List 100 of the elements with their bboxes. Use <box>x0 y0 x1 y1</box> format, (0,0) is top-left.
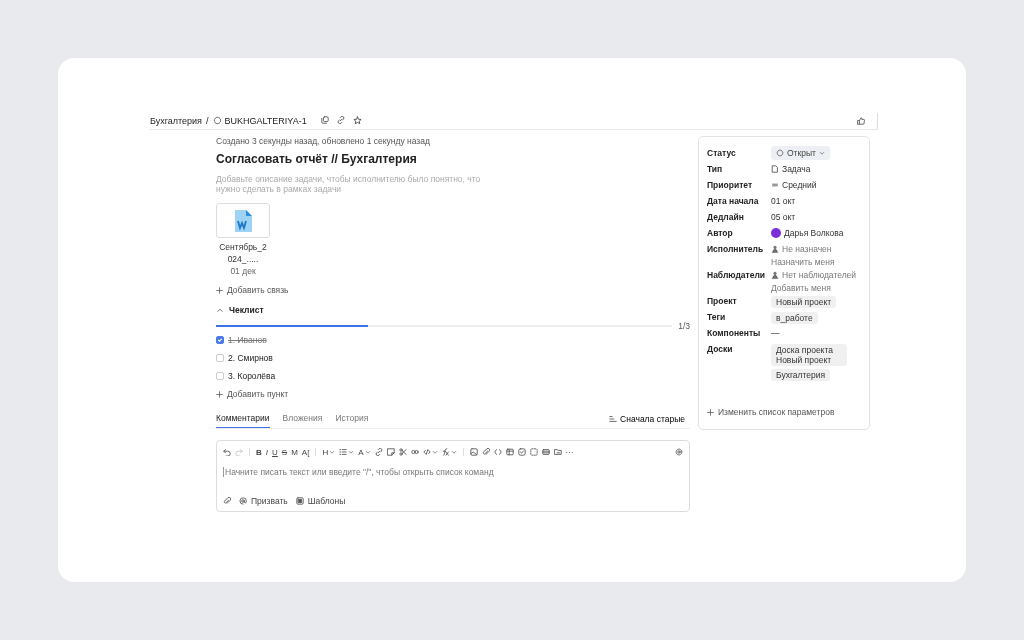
word-file-icon <box>234 209 252 232</box>
field-label: Теги <box>707 311 727 322</box>
field-value: Задача <box>782 164 811 174</box>
dashed-square-icon <box>529 448 538 456</box>
chevron-up-icon[interactable] <box>216 306 224 314</box>
plus-icon <box>216 286 223 294</box>
template-icon <box>295 497 304 505</box>
add-link-button[interactable]: Добавить связь <box>216 285 289 295</box>
image-icon <box>469 448 478 456</box>
scissors-button[interactable] <box>398 447 407 457</box>
issue-key[interactable]: BUKHGALTERIYA-1 <box>224 115 307 126</box>
field-label: Наблюдатели <box>707 269 767 280</box>
panel-button[interactable] <box>541 447 550 457</box>
edit-params-button[interactable]: Изменить список параметров <box>707 407 835 417</box>
checkbox[interactable] <box>216 372 224 380</box>
tab[interactable]: Комментарии <box>216 413 270 428</box>
assign-link[interactable]: Назначить меня <box>771 257 835 267</box>
attachment-thumbnail[interactable] <box>216 203 270 238</box>
list-button[interactable] <box>339 447 355 457</box>
tag[interactable]: в_работе <box>771 312 818 324</box>
checklist-title[interactable]: Чеклист <box>229 305 264 315</box>
tag[interactable]: Новый проект <box>771 296 837 308</box>
quote-button[interactable] <box>410 447 419 457</box>
link-button[interactable] <box>374 447 383 457</box>
redo-icon <box>235 448 243 456</box>
templates-button[interactable]: Шаблоны <box>295 496 346 506</box>
code-icon <box>422 448 431 456</box>
format-button[interactable]: M <box>291 447 298 457</box>
format-button[interactable]: ··· <box>565 447 574 457</box>
field-value: 05 окт <box>771 212 796 222</box>
paperclip-button[interactable] <box>481 447 490 457</box>
attach-button[interactable] <box>223 496 231 506</box>
caret-icon <box>329 449 336 455</box>
field-label: Тип <box>707 163 724 174</box>
star-icon <box>352 116 362 125</box>
checkbox[interactable] <box>216 354 224 362</box>
caret-icon <box>364 449 371 455</box>
link-icon <box>374 448 383 456</box>
attachment-name: Сентябрь_2 024_..... <box>219 241 267 265</box>
assign-link[interactable]: Добавить меня <box>771 283 831 293</box>
field-value: — <box>771 328 780 338</box>
format-button[interactable]: A[ <box>301 447 310 457</box>
format-button[interactable]: H <box>322 447 336 457</box>
field-label: Проект <box>707 295 738 306</box>
field-label: Приоритет <box>707 179 754 190</box>
format-button[interactable]: A <box>358 447 371 457</box>
at-sign-icon <box>239 497 247 505</box>
format-button[interactable]: U <box>272 447 278 457</box>
status-icon <box>776 149 784 157</box>
tab[interactable]: Вложения <box>282 413 323 428</box>
tab[interactable]: История <box>335 413 369 428</box>
plus-icon <box>216 390 223 398</box>
undo-button[interactable] <box>223 447 231 457</box>
thumbs-up-icon <box>857 116 865 125</box>
checkbox-icon <box>517 448 526 456</box>
format-button[interactable]: S <box>281 447 288 457</box>
table-icon <box>505 448 514 456</box>
progress-count: 1/3 <box>678 321 690 331</box>
checkbox-button[interactable] <box>517 447 526 457</box>
checklist-item: 2. Смирнов <box>228 353 273 363</box>
code-button[interactable] <box>493 447 502 457</box>
paperclip-icon <box>223 497 231 505</box>
plus-icon <box>707 408 714 416</box>
field-label: Компоненты <box>707 327 762 338</box>
sort-icon <box>609 415 618 423</box>
copy-icon <box>320 116 329 124</box>
table-button[interactable] <box>505 447 514 457</box>
image-button[interactable] <box>469 447 478 457</box>
formula-button[interactable] <box>441 447 457 457</box>
issue-title: Согласовать отчёт // Бухгалтерия <box>216 152 418 166</box>
person-icon <box>771 245 779 253</box>
checklist-item: 3. Королёва <box>228 371 276 381</box>
attachment-date: 01 дек <box>230 265 256 277</box>
add-item-button[interactable]: Добавить пункт <box>216 389 289 399</box>
field-label: Исполнитель <box>707 243 765 254</box>
sort-button[interactable]: Сначала старые <box>604 414 690 428</box>
note-button[interactable] <box>386 447 395 457</box>
status-icon <box>212 116 222 125</box>
scissors-icon <box>398 448 407 456</box>
person-icon <box>771 271 779 279</box>
paperclip-icon <box>481 448 490 456</box>
mention-button[interactable]: Призвать <box>239 496 288 506</box>
quote-icon <box>410 448 419 456</box>
code-button[interactable] <box>422 447 438 457</box>
status-dropdown[interactable]: Открыт <box>771 146 830 160</box>
user-name: Дарья Волкова <box>784 228 844 238</box>
settings-button[interactable] <box>675 447 683 457</box>
checkbox[interactable] <box>216 336 224 344</box>
tag[interactable]: Доска проекта Новый проект <box>771 344 847 366</box>
list-icon <box>339 448 348 456</box>
folder-button[interactable] <box>553 447 562 457</box>
link-icon <box>336 116 345 124</box>
format-button[interactable]: I <box>265 447 268 457</box>
tag[interactable]: Бухгалтерия <box>771 369 831 381</box>
avatar <box>771 228 781 238</box>
breadcrumb-link[interactable]: Бухгалтерия <box>150 115 202 126</box>
undo-icon <box>223 448 231 456</box>
format-button[interactable]: B <box>256 447 262 457</box>
caret-icon <box>431 449 438 455</box>
dashed-square-button[interactable] <box>529 447 538 457</box>
